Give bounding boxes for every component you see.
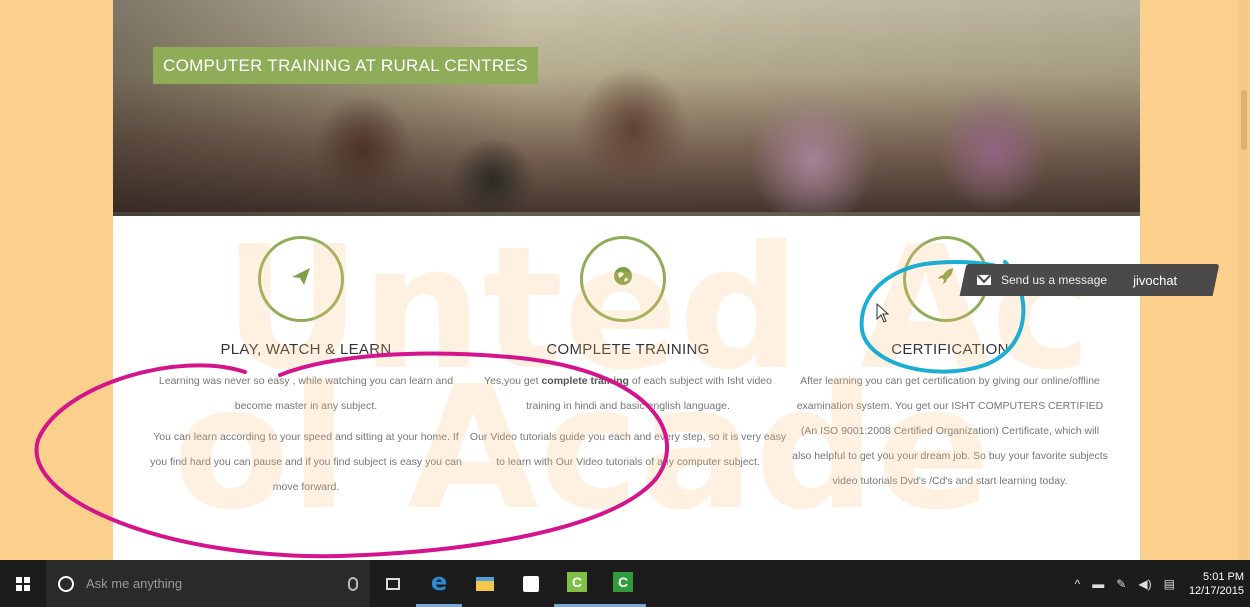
scrollbar-thumb[interactable] [1241, 90, 1247, 150]
file-explorer-taskbar-button[interactable] [462, 560, 508, 607]
camtasia-icon: C [567, 572, 587, 592]
microphone-icon[interactable] [348, 576, 358, 591]
envelope-icon [977, 275, 991, 285]
start-button[interactable] [0, 560, 46, 607]
feature-title: PLAY, WATCH & LEARN [220, 341, 392, 358]
bold-text: complete training [541, 375, 629, 387]
hero-caption: COMPUTER TRAINING AT RURAL CENTRES [153, 47, 538, 84]
windows-logo-icon [16, 576, 30, 591]
clock-time: 5:01 PM [1203, 570, 1244, 583]
feature-paragraph: Our Video tutorials guide you each and e… [469, 431, 787, 468]
feature-paragraph: After learning you can get certification… [792, 375, 1108, 487]
search-placeholder[interactable]: Ask me anything [86, 576, 348, 591]
globe-icon [612, 265, 634, 293]
chat-widget-label[interactable]: Send us a message [1001, 273, 1107, 287]
chat-brand[interactable]: jivochat [1133, 273, 1177, 288]
store-taskbar-button[interactable] [508, 560, 554, 607]
taskbar: Ask me anything e C C ^ ▬ ✎ ◀) ▤ 5:01 PM… [0, 560, 1250, 607]
feature-title: COMPLETE TRAINING [546, 341, 710, 358]
cortana-icon [58, 575, 74, 592]
page-background-left [0, 0, 113, 560]
cortana-search-box[interactable]: Ask me anything [46, 560, 370, 607]
camtasia-recorder-icon: C [613, 572, 633, 592]
task-view-icon [386, 577, 400, 590]
scrollbar-track[interactable] [1238, 0, 1250, 560]
text-part: Yes,you get [484, 375, 542, 387]
feature-text: Yes,you get complete training of each su… [468, 369, 788, 481]
rocket-icon [935, 265, 957, 293]
feature-icon-circle [580, 236, 666, 322]
feature-title: CERTIFICATION [891, 341, 1009, 358]
chat-widget[interactable]: Send us a message jivochat [963, 264, 1216, 296]
feature-text: Learning was never so easy , while watch… [146, 369, 466, 506]
clock[interactable]: 5:01 PM 12/17/2015 [1189, 570, 1244, 598]
notification-icon[interactable]: ▤ [1164, 577, 1175, 591]
chevron-up-icon[interactable]: ^ [1075, 577, 1081, 591]
feature-paragraph: Yes,you get complete training of each su… [468, 369, 788, 419]
hero-overlay [113, 0, 1140, 216]
mouse-cursor-icon [876, 302, 890, 327]
edge-taskbar-button[interactable]: e [416, 560, 462, 607]
volume-icon[interactable]: ◀) [1138, 577, 1151, 591]
feature-text: After learning you can get certification… [790, 369, 1110, 500]
network-icon[interactable]: ▬ [1092, 577, 1104, 591]
camtasia-taskbar-button[interactable]: C [554, 560, 600, 607]
folder-icon [476, 576, 494, 591]
clock-date: 12/17/2015 [1188, 584, 1244, 597]
edge-icon: e [430, 568, 448, 596]
task-view-button[interactable] [370, 560, 416, 607]
camtasia-recorder-taskbar-button[interactable]: C [600, 560, 646, 607]
feature-paragraph: You can learn according to your speed an… [150, 431, 462, 493]
pen-icon[interactable]: ✎ [1116, 577, 1126, 591]
system-tray: ^ ▬ ✎ ◀) ▤ 5:01 PM 12/17/2015 [1069, 560, 1244, 607]
store-icon [523, 575, 539, 592]
paper-plane-icon [290, 265, 312, 293]
feature-icon-circle [258, 236, 344, 322]
feature-paragraph: Learning was never so easy , while watch… [158, 375, 454, 412]
